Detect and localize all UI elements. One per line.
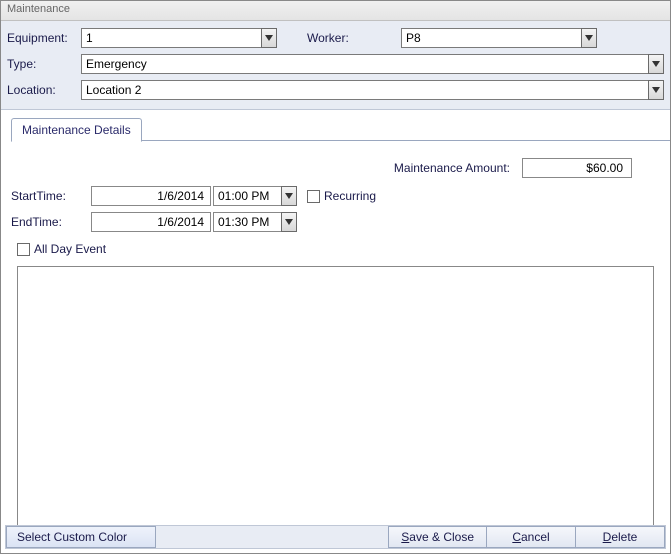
recurring-label: Recurring	[324, 189, 376, 203]
type-select[interactable]: Emergency	[81, 54, 664, 74]
maintenance-window: Maintenance Equipment: 1 Worker: P8 Type…	[0, 0, 671, 554]
select-custom-color-button[interactable]: Select Custom Color	[6, 526, 156, 548]
chevron-down-icon[interactable]	[261, 28, 277, 48]
equipment-label: Equipment:	[7, 31, 81, 45]
worker-select[interactable]: P8	[401, 28, 597, 48]
worker-label: Worker:	[307, 31, 371, 45]
amount-field[interactable]: $60.00	[522, 158, 632, 178]
checkbox-icon[interactable]	[17, 243, 30, 256]
delete-button[interactable]: Delete	[575, 526, 665, 548]
window-title: Maintenance	[1, 1, 670, 21]
details-panel: Maintenance Amount: $60.00 StartTime: 1/…	[1, 142, 670, 530]
cancel-button[interactable]: Cancel	[486, 526, 576, 548]
equipment-select[interactable]: 1	[81, 28, 277, 48]
all-day-checkbox[interactable]: All Day Event	[17, 242, 106, 256]
location-value[interactable]: Location 2	[81, 80, 664, 100]
location-label: Location:	[7, 83, 81, 97]
tab-strip: Maintenance Details	[11, 118, 670, 142]
amount-label: Maintenance Amount:	[394, 161, 510, 175]
start-date-field[interactable]: 1/6/2014	[91, 186, 211, 206]
chevron-down-icon[interactable]	[648, 54, 664, 74]
footer-toolbar: Select Custom Color Save & Close Cancel …	[5, 525, 666, 549]
chevron-down-icon[interactable]	[581, 28, 597, 48]
end-time-select[interactable]: 01:30 PM	[211, 212, 297, 232]
all-day-label: All Day Event	[34, 242, 106, 256]
notes-textarea[interactable]	[17, 266, 654, 530]
endtime-label: EndTime:	[11, 215, 91, 229]
worker-value[interactable]: P8	[401, 28, 597, 48]
location-select[interactable]: Location 2	[81, 80, 664, 100]
footer-spacer	[156, 526, 388, 548]
end-date-field[interactable]: 1/6/2014	[91, 212, 211, 232]
chevron-down-icon[interactable]	[281, 186, 297, 206]
type-value[interactable]: Emergency	[81, 54, 664, 74]
chevron-down-icon[interactable]	[281, 212, 297, 232]
recurring-checkbox[interactable]: Recurring	[307, 189, 376, 203]
header-form: Equipment: 1 Worker: P8 Type: Emergency …	[1, 21, 670, 110]
tab-maintenance-details[interactable]: Maintenance Details	[11, 118, 142, 142]
start-time-select[interactable]: 01:00 PM	[211, 186, 297, 206]
save-and-close-button[interactable]: Save & Close	[388, 526, 487, 548]
type-label: Type:	[7, 57, 81, 71]
chevron-down-icon[interactable]	[648, 80, 664, 100]
starttime-label: StartTime:	[11, 189, 91, 203]
checkbox-icon[interactable]	[307, 190, 320, 203]
equipment-value[interactable]: 1	[81, 28, 277, 48]
